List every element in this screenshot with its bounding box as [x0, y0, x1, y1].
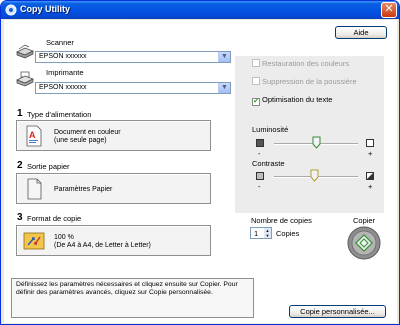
copies-value[interactable]: 1 [254, 229, 258, 238]
text-enhancement-label: Optimisation du texte [262, 95, 333, 104]
scanner-select-value: EPSON xxxxxx [39, 53, 87, 60]
window-title: Copy Utility [20, 4, 71, 14]
color-restoration-option[interactable]: Restauration des couleurs [252, 59, 349, 68]
brightness-slider-thumb[interactable] [312, 136, 321, 149]
help-button[interactable]: Aide [335, 26, 387, 39]
instructions-note: Définissez les paramètres nécessaires et… [11, 278, 254, 318]
contrast-minus: - [258, 182, 261, 191]
copy-utility-icon [5, 4, 17, 16]
media-type-button[interactable]: A Document en couleur (une seule page) [16, 120, 211, 151]
copy-utility-window: Copy Utility ✕ Aide Scanner EPSON xxxxxx… [0, 0, 400, 325]
copies-unit: Copies [276, 229, 300, 238]
dust-removal-label: Suppression de la poussière [262, 77, 357, 86]
brightness-low-icon [256, 139, 264, 147]
step-1-number: 1 [17, 108, 23, 119]
contrast-label: Contraste [252, 159, 285, 168]
color-document-icon: A [26, 125, 42, 147]
copy-size-line-1: 100 % [54, 234, 74, 241]
copy-start-button[interactable] [347, 226, 381, 260]
brightness-plus: + [368, 149, 373, 158]
paper-icon [27, 178, 42, 200]
media-type-line-1: Document en couleur [54, 129, 121, 136]
copies-stepper[interactable]: 1 ▲ ▼ [250, 227, 272, 239]
scanner-label: Scanner [46, 38, 74, 47]
scanner-icon [16, 44, 34, 59]
dust-removal-option[interactable]: Suppression de la poussière [252, 77, 357, 86]
step-2-number: 2 [17, 160, 23, 171]
resize-icon [23, 232, 45, 250]
chevron-down-icon[interactable]: ▼ [218, 83, 230, 93]
text-enhancement-option[interactable]: ✔ Optimisation du texte [252, 95, 332, 106]
printer-select-value: EPSON xxxxxx [39, 84, 87, 91]
color-restoration-checkbox[interactable] [252, 59, 260, 67]
dust-removal-checkbox[interactable] [252, 77, 260, 85]
title-bar[interactable]: Copy Utility ✕ [1, 1, 399, 19]
step-2-label: Sortie papier [27, 162, 70, 171]
contrast-low-icon [256, 172, 264, 180]
chevron-down-icon[interactable]: ▼ [218, 52, 230, 62]
brightness-high-icon [366, 139, 374, 147]
svg-text:A: A [29, 130, 36, 140]
close-button[interactable]: ✕ [381, 2, 397, 18]
brightness-minus: - [258, 149, 261, 158]
color-restoration-label: Restauration des couleurs [262, 59, 350, 68]
paper-settings-text: Paramètres Papier [54, 186, 113, 193]
printer-select[interactable]: EPSON xxxxxx ▼ [35, 82, 231, 94]
image-options-panel: Restauration des couleurs Suppression de… [235, 56, 384, 213]
text-enhancement-checkbox[interactable]: ✔ [252, 98, 260, 106]
paper-output-button[interactable]: Paramètres Papier [16, 173, 211, 204]
step-1-label: Type d'alimentation [27, 110, 92, 119]
scanner-select[interactable]: EPSON xxxxxx ▼ [35, 51, 231, 63]
contrast-plus: + [368, 182, 373, 191]
printer-label: Imprimante [46, 68, 84, 77]
media-type-line-2: (une seule page) [54, 137, 107, 144]
client-area: Aide Scanner EPSON xxxxxx ▼ Imprimante E… [4, 20, 397, 323]
step-3-label: Format de copie [27, 214, 82, 223]
contrast-high-icon [366, 172, 374, 180]
copy-label: Copier [353, 216, 376, 225]
copies-label: Nombre de copies [251, 216, 312, 225]
stepper-down-icon[interactable]: ▼ [264, 233, 271, 238]
step-3-number: 3 [17, 212, 23, 223]
brightness-label: Luminosité [252, 125, 289, 134]
printer-icon [16, 71, 34, 87]
contrast-slider-thumb[interactable] [310, 169, 319, 182]
copy-size-line-2: (De A4 à A4, de Letter à Letter) [54, 242, 151, 249]
custom-copy-button[interactable]: Copie personnalisée... [289, 305, 386, 318]
copy-size-button[interactable]: 100 % (De A4 à A4, de Letter à Letter) [16, 225, 211, 256]
